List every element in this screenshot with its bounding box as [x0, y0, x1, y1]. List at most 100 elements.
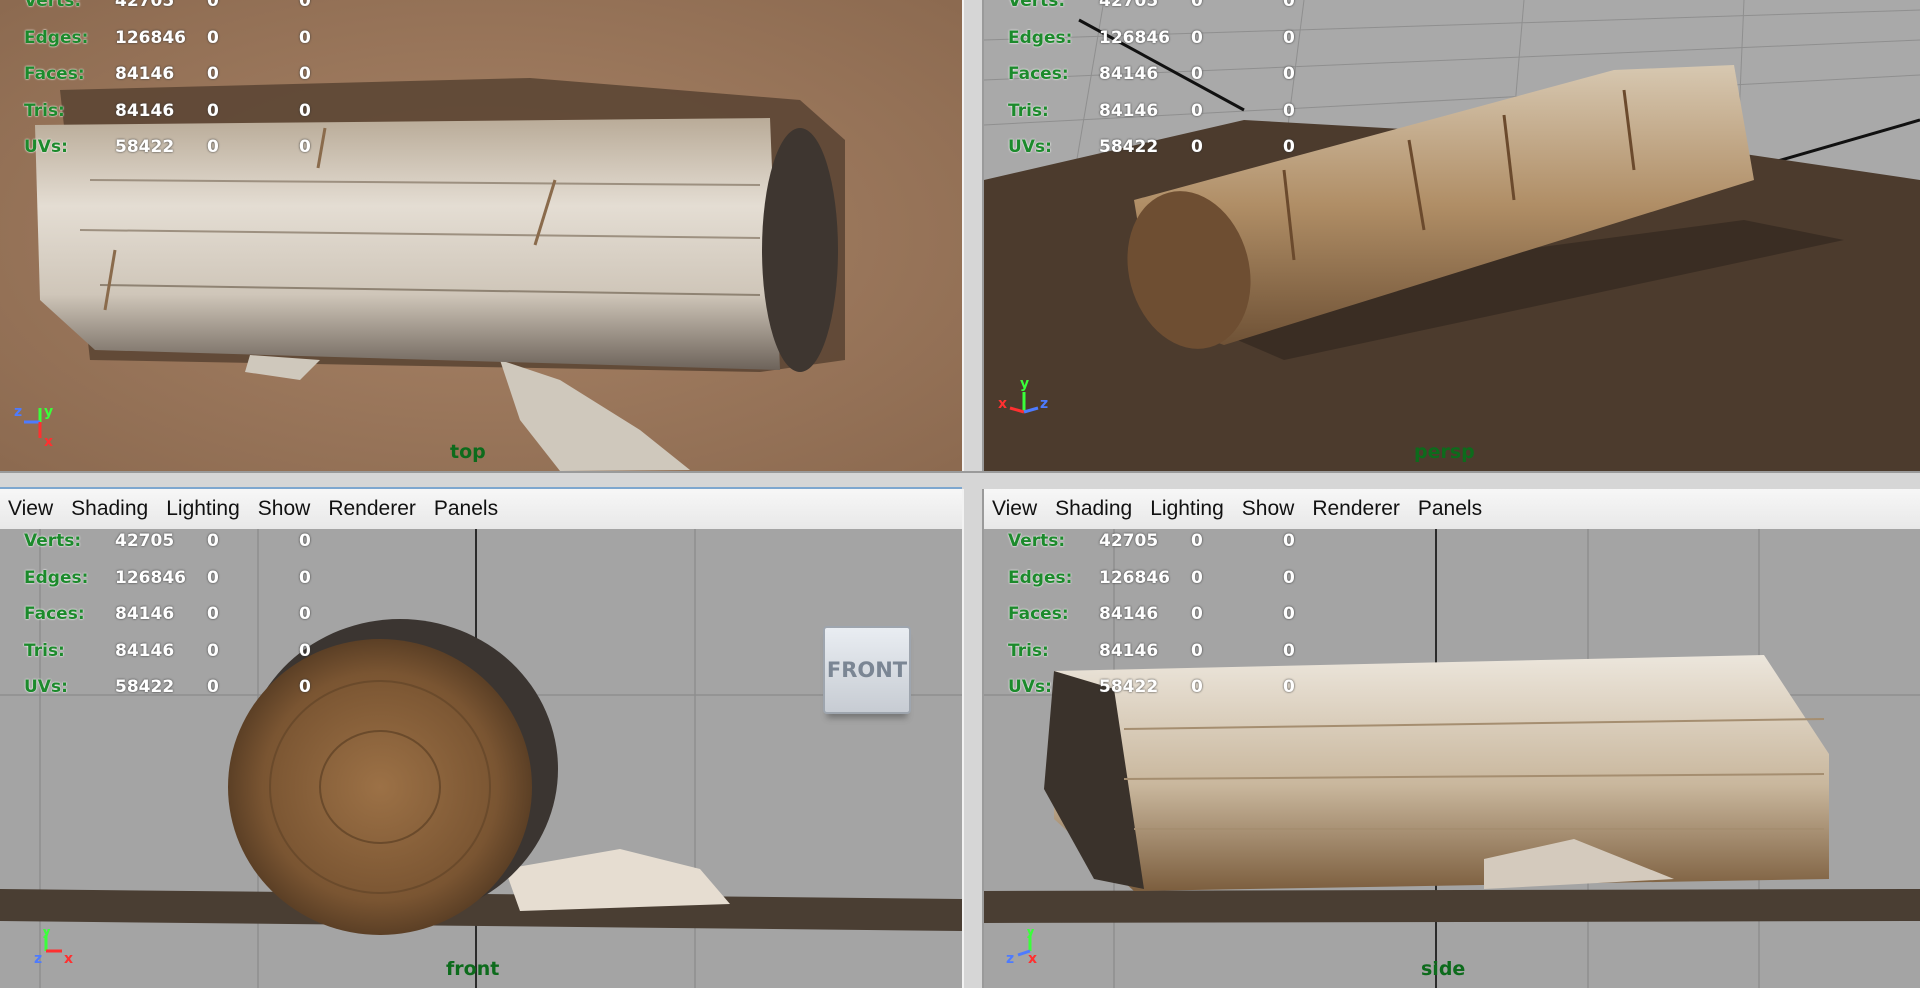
hud-label: Verts:	[24, 531, 82, 551]
side-view-render	[984, 529, 1920, 988]
viewport-persp[interactable]: y x z Verts: 42705 0 0 Edges: 126846 0 0 Faces…	[984, 0, 1920, 471]
menu-show[interactable]: Show	[1233, 489, 1304, 529]
hud-value: 0	[299, 531, 311, 551]
hud-label: Tris:	[1008, 640, 1049, 661]
hud-value: 0	[1283, 677, 1295, 697]
menu-lighting[interactable]: Lighting	[157, 489, 249, 529]
camera-label-persp: persp	[1414, 441, 1475, 463]
hud-value: 0	[1191, 64, 1203, 84]
hud-value: 0	[1191, 0, 1203, 11]
hud-value: 0	[1191, 677, 1203, 697]
hud-value: 0	[299, 640, 311, 661]
hud-label: Edges:	[1008, 567, 1073, 588]
hud-value: 0	[1283, 0, 1295, 11]
front-view-render	[0, 529, 962, 988]
svg-text:x: x	[1028, 951, 1037, 967]
hud-value: 0	[207, 100, 219, 121]
hud-value: 0	[1283, 64, 1295, 84]
panel-menu-bar-front: View Shading Lighting Show Renderer Pane…	[0, 489, 962, 530]
svg-text:y: y	[42, 929, 51, 939]
hud-value: 58422	[115, 137, 175, 157]
svg-text:z: z	[1040, 396, 1048, 412]
hud-value: 42705	[115, 531, 175, 551]
hud-label: Verts:	[1008, 0, 1066, 11]
menu-show[interactable]: Show	[249, 489, 320, 529]
hud-value: 0	[207, 567, 219, 588]
hud-value: 126846	[115, 567, 186, 588]
viewport-side[interactable]: View Shading Lighting Show Renderer Pane…	[984, 489, 1920, 988]
hud-value: 126846	[1099, 27, 1170, 48]
hud-value: 0	[1191, 604, 1203, 624]
svg-text:y: y	[44, 404, 53, 420]
hud-value: 84146	[115, 640, 175, 661]
hud-value: 0	[299, 567, 311, 588]
panel-menu-bar-side: View Shading Lighting Show Renderer Pane…	[984, 489, 1920, 530]
menu-panels[interactable]: Panels	[425, 489, 507, 529]
hud-value: 58422	[115, 677, 175, 697]
axis-gizmo-front: y z x	[34, 929, 73, 967]
hud-value: 0	[207, 27, 219, 48]
hud-value: 42705	[115, 0, 175, 11]
hud-value: 42705	[1099, 0, 1159, 11]
hud-value: 0	[1191, 567, 1203, 588]
viewport-front-canvas[interactable]: FRONT y z x	[0, 529, 962, 988]
hud-value: 84146	[1099, 604, 1159, 624]
hud-value: 0	[1283, 567, 1295, 588]
hud-label: UVs:	[24, 677, 68, 697]
hud-label: Tris:	[24, 640, 65, 661]
camera-label-front: front	[446, 958, 500, 980]
hud-label: Verts:	[24, 0, 82, 11]
hud-value: 126846	[115, 27, 186, 48]
camera-label-top: top	[450, 441, 486, 463]
hud-value: 0	[299, 0, 311, 11]
menu-panels[interactable]: Panels	[1409, 489, 1491, 529]
hud-value: 0	[299, 137, 311, 157]
hud-value: 0	[207, 0, 219, 11]
svg-text:x: x	[998, 396, 1007, 412]
menu-view[interactable]: View	[984, 489, 1046, 529]
hud-value: 0	[299, 27, 311, 48]
hud-value: 84146	[1099, 640, 1159, 661]
hud-value: 0	[1283, 604, 1295, 624]
menu-renderer[interactable]: Renderer	[319, 489, 425, 529]
hud-label: Tris:	[1008, 100, 1049, 121]
viewport-front[interactable]: View Shading Lighting Show Renderer Pane…	[0, 489, 962, 988]
camera-label-side: side	[1421, 958, 1466, 980]
viewport-side-canvas[interactable]: y z x	[984, 529, 1920, 988]
hud-label: Edges:	[24, 567, 89, 588]
hud-label: UVs:	[24, 137, 68, 157]
menu-shading[interactable]: Shading	[62, 489, 157, 529]
hud-value: 0	[207, 531, 219, 551]
hud-value: 0	[1283, 640, 1295, 661]
hud-value: 0	[207, 604, 219, 624]
hud-value: 0	[299, 100, 311, 121]
hud-value: 84146	[1099, 100, 1159, 121]
hud-value: 0	[1283, 100, 1295, 121]
svg-text:x: x	[44, 434, 53, 450]
hud-label: Tris:	[24, 100, 65, 121]
hud-value: 0	[1283, 531, 1295, 551]
hud-value: 0	[1191, 640, 1203, 661]
panel-divider-vertical[interactable]	[962, 0, 984, 988]
svg-text:z: z	[14, 404, 22, 420]
hud-value: 0	[207, 137, 219, 157]
hud-value: 0	[299, 64, 311, 84]
hud-value: 0	[299, 604, 311, 624]
svg-text:z: z	[34, 951, 42, 967]
hud-label: Edges:	[24, 27, 89, 48]
menu-renderer[interactable]: Renderer	[1303, 489, 1409, 529]
axis-gizmo-side: y z x	[1006, 929, 1037, 967]
hud-label: UVs:	[1008, 137, 1052, 157]
hud-label: Faces:	[24, 64, 85, 84]
viewcube-front[interactable]: FRONT	[823, 626, 911, 714]
hud-value: 0	[207, 64, 219, 84]
menu-view[interactable]: View	[0, 489, 62, 529]
hud-value: 58422	[1099, 677, 1159, 697]
svg-text:x: x	[64, 951, 73, 967]
hud-label: Faces:	[1008, 604, 1069, 624]
viewport-top[interactable]: z y x Verts: 42705 0 0 Edges: 126846 0 0 Faces…	[0, 0, 962, 471]
axis-gizmo-top: z y x	[14, 404, 53, 450]
hud-value: 84146	[115, 64, 175, 84]
menu-lighting[interactable]: Lighting	[1141, 489, 1233, 529]
menu-shading[interactable]: Shading	[1046, 489, 1141, 529]
